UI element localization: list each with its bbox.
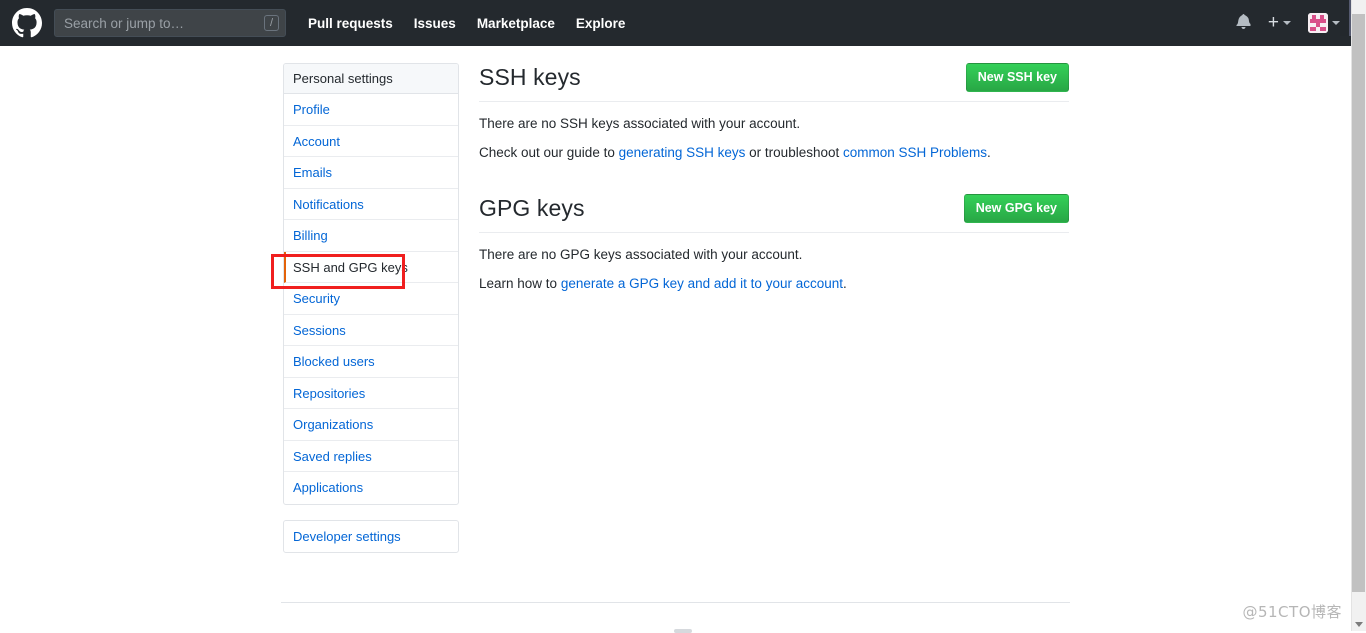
settings-page: Personal settings Profile Account Emails… — [0, 46, 1351, 631]
gpg-empty-text: There are no GPG keys associated with yo… — [479, 246, 1069, 264]
sidebar-item-organizations[interactable]: Organizations — [284, 409, 458, 441]
vertical-scrollbar[interactable] — [1351, 0, 1366, 631]
gpg-guide-prefix: Learn how to — [479, 276, 561, 291]
ssh-guide-text: Check out our guide to generating SSH ke… — [479, 144, 1069, 162]
generate-gpg-key-link[interactable]: generate a GPG key and add it to your ac… — [561, 276, 843, 291]
header-nav: Pull requests Issues Marketplace Explore — [308, 16, 646, 31]
search-box[interactable]: / — [54, 9, 286, 37]
footer-nub — [674, 629, 692, 633]
ssh-guide-suffix: . — [987, 145, 991, 160]
new-ssh-key-button[interactable]: New SSH key — [966, 63, 1069, 92]
gpg-guide-text: Learn how to generate a GPG key and add … — [479, 275, 1069, 293]
gpg-keys-header: GPG keys New GPG key — [479, 194, 1069, 233]
sidebar-item-account[interactable]: Account — [284, 126, 458, 158]
ssh-empty-text: There are no SSH keys associated with yo… — [479, 115, 1069, 133]
gpg-keys-title: GPG keys — [479, 194, 585, 222]
sidebar-item-profile[interactable]: Profile — [284, 94, 458, 126]
watermark: @51CTO博客 — [1242, 601, 1342, 622]
sidebar-item-ssh-and-gpg-keys[interactable]: SSH and GPG keys — [284, 252, 458, 284]
gpg-guide-suffix: . — [843, 276, 847, 291]
nav-pull-requests[interactable]: Pull requests — [308, 16, 393, 31]
personal-settings-menu: Personal settings Profile Account Emails… — [283, 63, 459, 505]
global-header: / Pull requests Issues Marketplace Explo… — [0, 0, 1366, 46]
sidebar-item-billing[interactable]: Billing — [284, 220, 458, 252]
header-right-actions: + — [1219, 0, 1340, 46]
sidebar-item-repositories[interactable]: Repositories — [284, 378, 458, 410]
bell-icon — [1236, 13, 1251, 34]
ssh-guide-middle: or troubleshoot — [745, 145, 843, 160]
sidebar-item-applications[interactable]: Applications — [284, 472, 458, 504]
sidebar-item-saved-replies[interactable]: Saved replies — [284, 441, 458, 473]
notifications-button[interactable] — [1236, 13, 1251, 34]
page-divider — [281, 602, 1070, 603]
ssh-guide-prefix: Check out our guide to — [479, 145, 619, 160]
create-new-button[interactable]: + — [1268, 16, 1291, 30]
plus-icon: + — [1268, 16, 1279, 30]
new-gpg-key-button[interactable]: New GPG key — [964, 194, 1069, 223]
ssh-keys-header: SSH keys New SSH key — [479, 63, 1069, 102]
github-logo-icon[interactable] — [12, 8, 42, 38]
sidebar-item-notifications[interactable]: Notifications — [284, 189, 458, 221]
nav-explore[interactable]: Explore — [576, 16, 626, 31]
ssh-keys-section: SSH keys New SSH key There are no SSH ke… — [479, 63, 1069, 162]
chevron-down-icon — [1283, 21, 1291, 25]
scrollbar-thumb[interactable] — [1352, 14, 1365, 592]
sidebar-item-blocked-users[interactable]: Blocked users — [284, 346, 458, 378]
user-menu-button[interactable] — [1308, 13, 1340, 33]
generating-ssh-keys-link[interactable]: generating SSH keys — [619, 145, 746, 160]
sidebar-item-emails[interactable]: Emails — [284, 157, 458, 189]
avatar — [1308, 13, 1328, 33]
search-input[interactable] — [55, 11, 245, 35]
common-ssh-problems-link[interactable]: common SSH Problems — [843, 145, 987, 160]
nav-marketplace[interactable]: Marketplace — [477, 16, 555, 31]
sidebar-item-sessions[interactable]: Sessions — [284, 315, 458, 347]
ssh-keys-title: SSH keys — [479, 63, 581, 91]
settings-sidebar: Personal settings Profile Account Emails… — [283, 63, 459, 553]
scroll-down-arrow-icon[interactable] — [1355, 622, 1363, 627]
settings-main: SSH keys New SSH key There are no SSH ke… — [479, 63, 1069, 293]
gpg-keys-section: GPG keys New GPG key There are no GPG ke… — [479, 194, 1069, 293]
sidebar-item-security[interactable]: Security — [284, 283, 458, 315]
sidebar-item-developer-settings[interactable]: Developer settings — [284, 521, 458, 553]
nav-issues[interactable]: Issues — [414, 16, 456, 31]
developer-settings-menu: Developer settings — [283, 520, 459, 554]
search-shortcut-hint: / — [264, 15, 279, 31]
sidebar-heading: Personal settings — [284, 64, 458, 94]
chevron-down-icon — [1332, 21, 1340, 25]
